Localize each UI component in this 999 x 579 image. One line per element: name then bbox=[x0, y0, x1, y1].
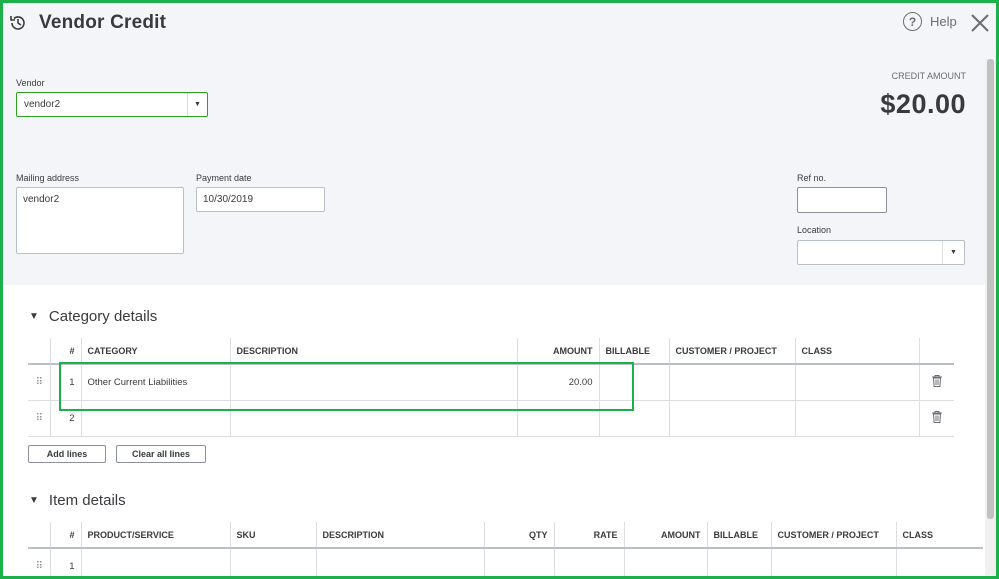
amount-cell[interactable] bbox=[516, 400, 599, 437]
description-cell[interactable] bbox=[229, 364, 517, 401]
item-header-row: # PRODUCT/SERVICE SKU DESCRIPTION QTY RA… bbox=[28, 522, 983, 549]
credit-amount-value: $20.00 bbox=[880, 89, 966, 119]
col-class: CLASS bbox=[895, 522, 983, 549]
title-row: Vendor Credit bbox=[6, 11, 166, 35]
customer-project-cell[interactable] bbox=[770, 548, 896, 576]
trash-icon[interactable] bbox=[918, 400, 954, 437]
item-details-title: Item details bbox=[48, 492, 126, 509]
row-number: 1 bbox=[49, 548, 81, 576]
rate-cell[interactable] bbox=[553, 548, 624, 576]
col-qty: QTY bbox=[483, 522, 554, 549]
product-service-cell[interactable] bbox=[80, 548, 230, 576]
billable-cell[interactable] bbox=[706, 548, 771, 576]
col-category: CATEGORY bbox=[80, 338, 230, 365]
credit-amount-label: CREDIT AMOUNT bbox=[891, 71, 966, 81]
category-header-row: # CATEGORY DESCRIPTION AMOUNT BILLABLE C… bbox=[28, 338, 954, 365]
chevron-down-icon[interactable]: ▼ bbox=[187, 93, 207, 116]
category-details-title: Category details bbox=[48, 308, 158, 325]
scrollbar-thumb[interactable] bbox=[987, 59, 994, 519]
vendor-credit-window: Vendor Credit ? Help Vendor vendor2 ▼ CR… bbox=[0, 0, 999, 579]
payment-date-field[interactable]: 10/30/2019 bbox=[196, 187, 325, 212]
triangle-down-icon: ▼ bbox=[29, 495, 39, 506]
col-description: DESCRIPTION bbox=[315, 522, 484, 549]
col-grip bbox=[28, 522, 50, 549]
table-row[interactable]: ⠿ 1 Other Current Liabilities 20.00 bbox=[28, 364, 954, 401]
class-cell[interactable] bbox=[794, 364, 919, 401]
drag-handle-icon[interactable]: ⠿ bbox=[28, 364, 50, 401]
amount-cell[interactable]: 20.00 bbox=[516, 364, 599, 401]
history-icon[interactable] bbox=[6, 11, 30, 35]
ref-no-field[interactable] bbox=[797, 187, 887, 213]
help-icon: ? bbox=[903, 12, 922, 31]
location-select[interactable]: ▼ bbox=[797, 240, 965, 265]
class-cell[interactable] bbox=[794, 400, 919, 437]
col-customer-project: CUSTOMER / PROJECT bbox=[668, 338, 795, 365]
col-amount: AMOUNT bbox=[623, 522, 707, 549]
customer-project-cell[interactable] bbox=[668, 400, 795, 437]
billable-cell[interactable] bbox=[598, 400, 669, 437]
billable-cell[interactable] bbox=[598, 364, 669, 401]
description-cell[interactable] bbox=[315, 548, 484, 576]
category-table: # CATEGORY DESCRIPTION AMOUNT BILLABLE C… bbox=[28, 338, 954, 437]
col-rate: RATE bbox=[553, 522, 624, 549]
drag-handle-icon[interactable]: ⠿ bbox=[28, 548, 50, 576]
vendor-label: Vendor bbox=[16, 78, 45, 88]
close-icon[interactable] bbox=[969, 12, 991, 34]
col-description: DESCRIPTION bbox=[229, 338, 517, 365]
col-grip bbox=[28, 338, 50, 365]
scrollbar[interactable] bbox=[985, 59, 996, 576]
ref-no-label: Ref no. bbox=[797, 173, 827, 183]
trash-icon[interactable] bbox=[918, 364, 954, 401]
mailing-address-field[interactable]: vendor2 bbox=[16, 187, 184, 254]
row-number: 1 bbox=[49, 364, 81, 401]
vendor-value: vendor2 bbox=[24, 99, 61, 110]
chevron-down-icon[interactable]: ▼ bbox=[942, 241, 964, 264]
col-billable: BILLABLE bbox=[706, 522, 771, 549]
drag-handle-icon[interactable]: ⠿ bbox=[28, 400, 50, 437]
payment-date-label: Payment date bbox=[196, 173, 252, 183]
customer-project-cell[interactable] bbox=[668, 364, 795, 401]
item-table: # PRODUCT/SERVICE SKU DESCRIPTION QTY RA… bbox=[28, 522, 983, 576]
col-billable: BILLABLE bbox=[598, 338, 669, 365]
help-button[interactable]: ? Help bbox=[903, 12, 957, 31]
col-customer-project: CUSTOMER / PROJECT bbox=[770, 522, 896, 549]
clear-all-lines-button[interactable]: Clear all lines bbox=[116, 445, 206, 463]
col-class: CLASS bbox=[794, 338, 919, 365]
table-row[interactable]: ⠿ 2 bbox=[28, 400, 954, 437]
class-cell[interactable] bbox=[895, 548, 983, 576]
item-details-toggle[interactable]: ▼ Item details bbox=[29, 492, 126, 509]
col-amount: AMOUNT bbox=[516, 338, 599, 365]
col-number: # bbox=[49, 522, 81, 549]
page-title: Vendor Credit bbox=[39, 12, 167, 33]
qty-cell[interactable] bbox=[483, 548, 554, 576]
mailing-address-label: Mailing address bbox=[16, 173, 80, 183]
col-product-service: PRODUCT/SERVICE bbox=[80, 522, 230, 549]
location-label: Location bbox=[797, 225, 832, 235]
description-cell[interactable] bbox=[229, 400, 517, 437]
category-cell[interactable]: Other Current Liabilities bbox=[80, 364, 230, 401]
category-details-toggle[interactable]: ▼ Category details bbox=[29, 308, 157, 325]
category-cell[interactable] bbox=[80, 400, 230, 437]
vendor-select[interactable]: vendor2 ▼ bbox=[16, 92, 208, 117]
col-sku: SKU bbox=[229, 522, 316, 549]
sku-cell[interactable] bbox=[229, 548, 316, 576]
form-header: Vendor Credit ? Help Vendor vendor2 ▼ CR… bbox=[3, 3, 996, 285]
triangle-down-icon: ▼ bbox=[29, 311, 39, 322]
col-actions bbox=[918, 338, 954, 365]
col-number: # bbox=[49, 338, 81, 365]
amount-cell[interactable] bbox=[623, 548, 707, 576]
table-row[interactable]: ⠿ 1 bbox=[28, 548, 983, 576]
add-lines-button[interactable]: Add lines bbox=[28, 445, 106, 463]
help-label: Help bbox=[930, 14, 957, 29]
row-number: 2 bbox=[49, 400, 81, 437]
